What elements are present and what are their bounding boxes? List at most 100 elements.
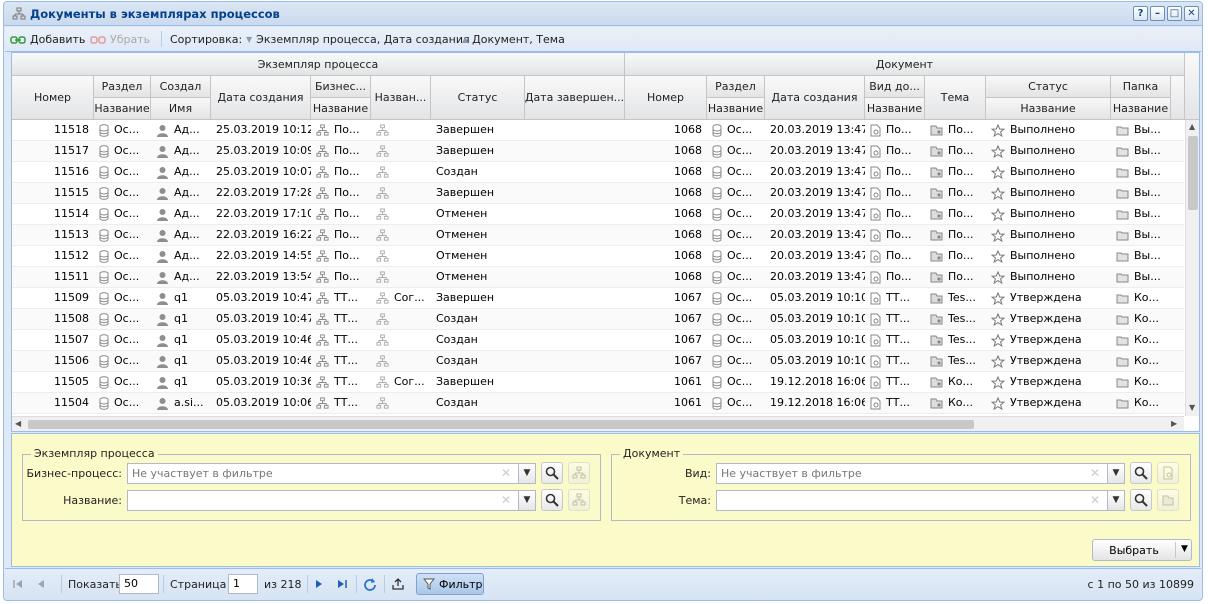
sort-asc-icon: ▲ [462, 35, 469, 44]
sort-item-instance[interactable]: ▼ Экземпляр процесса, Дата создания [246, 33, 470, 46]
scroll-right-icon[interactable]: ▶ [1171, 419, 1177, 428]
col-doc-kind-name[interactable]: Название [865, 98, 925, 120]
col-creator[interactable]: Создал [151, 76, 211, 98]
col-doc-created[interactable]: Дата создания [765, 76, 865, 120]
cell-doc-status: Выполнено [986, 204, 1111, 224]
add-button[interactable]: Добавить [10, 33, 85, 46]
col-status[interactable]: Статус [431, 76, 525, 120]
clear-icon[interactable]: ✕ [501, 493, 511, 507]
col-doc-number[interactable]: Номер [625, 76, 707, 120]
page-input[interactable]: 1 [228, 574, 258, 594]
cell-text: Выполнено [1010, 186, 1076, 199]
table-row[interactable]: 11511 Ос... Ад... 22.03.2019 13:54 По... Отме… [12, 267, 1184, 288]
vertical-scrollbar[interactable]: ▲ ▼ [1185, 120, 1199, 416]
close-button[interactable]: ✕ [1184, 6, 1199, 21]
topic-open-button[interactable] [1157, 489, 1179, 511]
cell-text: Ос... [114, 354, 140, 367]
col-section[interactable]: Раздел [94, 76, 151, 98]
kind-search-button[interactable] [1130, 462, 1152, 484]
col-folder-name[interactable]: Название [1111, 98, 1171, 120]
col-finished[interactable]: Дата завершен... [525, 76, 625, 120]
minimize-button[interactable]: – [1150, 6, 1165, 21]
next-page-icon[interactable] [311, 575, 327, 593]
col-doc-kind[interactable]: Вид до... [865, 76, 925, 98]
table-row[interactable]: 11516 Ос... Ад... 25.03.2019 10:07 По... Созд… [12, 162, 1184, 183]
horizontal-scrollbar[interactable]: ◀ ▶ [12, 416, 1184, 431]
col-name[interactable]: Назван... [371, 76, 431, 120]
cell-text: Ос... [114, 396, 140, 409]
chevron-down-icon[interactable]: ▼ [518, 464, 535, 483]
table-row[interactable]: 11508 Ос... q1 05.03.2019 10:47 ТТ... Создан 1… [12, 309, 1184, 330]
prev-page-icon[interactable] [33, 575, 49, 593]
bp-filter-combo[interactable]: Не участвует в фильтре ✕ ▼ [127, 463, 536, 484]
horizontal-scroll-thumb[interactable] [28, 420, 974, 429]
chevron-down-icon[interactable]: ▼ [1107, 491, 1124, 510]
col-folder[interactable]: Папка [1111, 76, 1171, 98]
cell-status: Отменен [431, 246, 525, 266]
table-row[interactable]: 11507 Ос... q1 05.03.2019 10:46 ТТ... Создан 1… [12, 330, 1184, 351]
table-row[interactable]: 11505 Ос... q1 05.03.2019 10:36 ТТ... Сог... З… [12, 372, 1184, 393]
name-open-button[interactable] [568, 489, 590, 511]
clear-icon[interactable]: ✕ [1090, 493, 1100, 507]
name-filter-combo[interactable]: ✕ ▼ [127, 490, 536, 511]
cell-doc-status: Выполнено [986, 183, 1111, 203]
vertical-scroll-thumb[interactable] [1188, 136, 1198, 210]
help-button[interactable]: ? [1133, 6, 1148, 21]
sort-item-document[interactable]: ▲ Документ, Тема [462, 33, 565, 46]
col-doc-status-name[interactable]: Название [986, 98, 1111, 120]
bp-search-button[interactable] [541, 462, 563, 484]
sort-label-text: Сортировка: [170, 33, 243, 46]
page-size-input[interactable]: 50 [119, 574, 159, 594]
scroll-down-icon[interactable]: ▼ [1189, 403, 1195, 412]
last-page-icon[interactable] [334, 575, 350, 593]
col-creator-name[interactable]: Имя [151, 98, 211, 120]
clear-icon[interactable]: ✕ [501, 466, 511, 480]
col-doc-status[interactable]: Статус [986, 76, 1111, 98]
table-row[interactable]: 11506 Ос... q1 05.03.2019 10:46 ТТ... Создан 1… [12, 351, 1184, 372]
col-created[interactable]: Дата создания [211, 76, 311, 120]
remove-button[interactable]: Убрать [90, 33, 150, 46]
col-bp[interactable]: Бизнес... [311, 76, 371, 98]
cell-text: 1067 [674, 291, 702, 304]
select-button[interactable]: Выбрать ▼ [1092, 539, 1192, 561]
chevron-down-icon[interactable]: ▼ [1107, 464, 1124, 483]
first-page-icon[interactable] [10, 575, 26, 593]
scroll-up-icon[interactable]: ▲ [1189, 122, 1195, 131]
col-bp-name[interactable]: Название [311, 98, 371, 120]
filter-toggle-button[interactable]: Фильтр [416, 573, 484, 595]
topic-search-button[interactable] [1130, 489, 1152, 511]
table-row[interactable]: 11514 Ос... Ад... 22.03.2019 17:10 По... Отме… [12, 204, 1184, 225]
table-row[interactable]: 11518 Ос... Ад... 25.03.2019 10:12 По... Заве… [12, 120, 1184, 141]
kind-filter-combo[interactable]: Не участвует в фильтре ✕ ▼ [716, 463, 1125, 484]
topic-icon [930, 377, 943, 388]
sort-item-instance-label: Экземпляр процесса, Дата создания [256, 33, 470, 46]
cell-text: Ко... [1134, 312, 1160, 325]
table-row[interactable]: 11504 Ос... a.si... 05.03.2019 10:06 ТТ... Со… [12, 393, 1184, 414]
table-row[interactable]: 11512 Ос... Ад... 22.03.2019 14:55 По... Отме… [12, 246, 1184, 267]
bp-open-button[interactable] [568, 462, 590, 484]
refresh-icon[interactable] [362, 575, 378, 593]
col-topic[interactable]: Тема [925, 76, 986, 120]
col-section-name[interactable]: Название [94, 98, 151, 120]
name-search-button[interactable] [541, 489, 563, 511]
process-tree-icon [376, 291, 389, 304]
cell-created: 05.03.2019 10:36 [211, 372, 311, 392]
chevron-down-icon[interactable]: ▼ [518, 491, 535, 510]
table-row[interactable]: 11509 Ос... q1 05.03.2019 10:47 ТТ... Сог... З… [12, 288, 1184, 309]
chevron-down-icon[interactable]: ▼ [1181, 544, 1188, 554]
export-icon[interactable] [390, 575, 406, 593]
kind-open-button[interactable] [1157, 462, 1179, 484]
table-row[interactable]: 11517 Ос... Ад... 25.03.2019 10:09 По... Заве… [12, 141, 1184, 162]
col-doc-section[interactable]: Раздел [707, 76, 765, 98]
cell-text: Ос... [727, 186, 753, 199]
clear-icon[interactable]: ✕ [1090, 466, 1100, 480]
cell-text: 22.03.2019 13:54 [216, 270, 311, 283]
maximize-button[interactable]: □ [1167, 6, 1182, 21]
table-row[interactable]: 11515 Ос... Ад... 22.03.2019 17:28 По... Заве… [12, 183, 1184, 204]
cell-text: 11513 [54, 228, 89, 241]
topic-filter-combo[interactable]: ✕ ▼ [716, 490, 1125, 511]
table-row[interactable]: 11513 Ос... Ад... 22.03.2019 16:22 По... Отме… [12, 225, 1184, 246]
col-number[interactable]: Номер [12, 76, 94, 120]
col-doc-section-name[interactable]: Название [707, 98, 765, 120]
scroll-left-icon[interactable]: ◀ [15, 419, 21, 428]
